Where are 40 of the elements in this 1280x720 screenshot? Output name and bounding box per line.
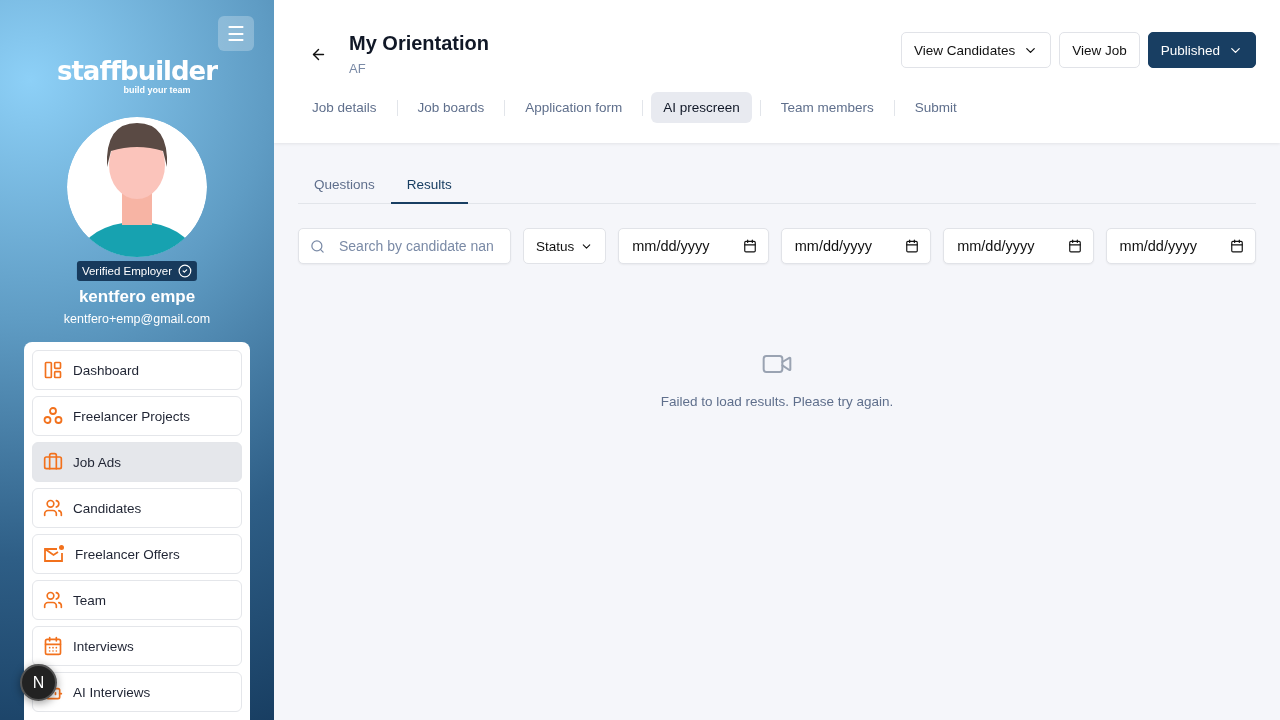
- sidebar-item[interactable]: Freelancer Projects: [32, 396, 242, 436]
- sidebar-item-label: Dashboard: [73, 362, 140, 378]
- date-field[interactable]: mm/dd/yyyy: [618, 228, 769, 264]
- sidebar-item-label: Team: [73, 592, 106, 608]
- status-dropdown[interactable]: Status: [523, 228, 607, 264]
- sidebar-item[interactable]: Job Ads: [32, 442, 242, 482]
- page-title: My Orientation: [349, 32, 489, 55]
- status-button[interactable]: Published: [1147, 32, 1256, 68]
- header-button[interactable]: View Candidates: [901, 32, 1052, 68]
- sidebar-item-label: Job Ads: [73, 454, 122, 470]
- logo: staffbuilder: [56, 58, 218, 84]
- search-field[interactable]: Search by candidate nan: [298, 228, 511, 264]
- verified-label: Verified Employer: [81, 265, 173, 277]
- header-button[interactable]: View Job: [1059, 32, 1140, 68]
- sidebar-item[interactable]: Team: [32, 580, 242, 620]
- sidebar-item[interactable]: Dashboard: [32, 350, 242, 390]
- date-field[interactable]: mm/dd/yyyy: [1105, 228, 1257, 264]
- sidebar-item-label: Freelancer Offers: [75, 546, 180, 562]
- sidebar-item-label: Candidates: [73, 500, 142, 516]
- sidebar-item[interactable]: Candidates: [32, 488, 242, 528]
- user-email: kentfero+emp@gmail.com: [63, 312, 211, 326]
- subtab[interactable]: Questions: [298, 167, 391, 204]
- sidebar-item-label: Interviews: [73, 638, 134, 654]
- tab[interactable]: Job boards: [405, 92, 497, 123]
- tab[interactable]: Submit: [902, 92, 969, 123]
- date-field[interactable]: mm/dd/yyyy: [780, 228, 932, 264]
- tab[interactable]: Team members: [768, 92, 886, 123]
- date-field[interactable]: mm/dd/yyyy: [943, 228, 1094, 264]
- tab[interactable]: AI prescreen: [651, 92, 752, 123]
- user-name: kentfero empe: [78, 287, 196, 307]
- error-message: Failed to load results. Please try again.: [660, 394, 894, 409]
- subtab[interactable]: Results: [390, 167, 468, 204]
- tab[interactable]: Application form: [513, 92, 635, 123]
- logo-tagline: build your team: [123, 85, 191, 95]
- tab[interactable]: Job details: [300, 92, 389, 123]
- sidebar-item-label: AI Interviews: [73, 684, 151, 700]
- sidebar-item-label: Freelancer Projects: [73, 408, 191, 424]
- sidebar-item[interactable]: Freelancer Offers: [32, 534, 242, 574]
- page-subtitle: AF: [349, 61, 367, 76]
- sidebar-item[interactable]: Interviews: [32, 626, 242, 666]
